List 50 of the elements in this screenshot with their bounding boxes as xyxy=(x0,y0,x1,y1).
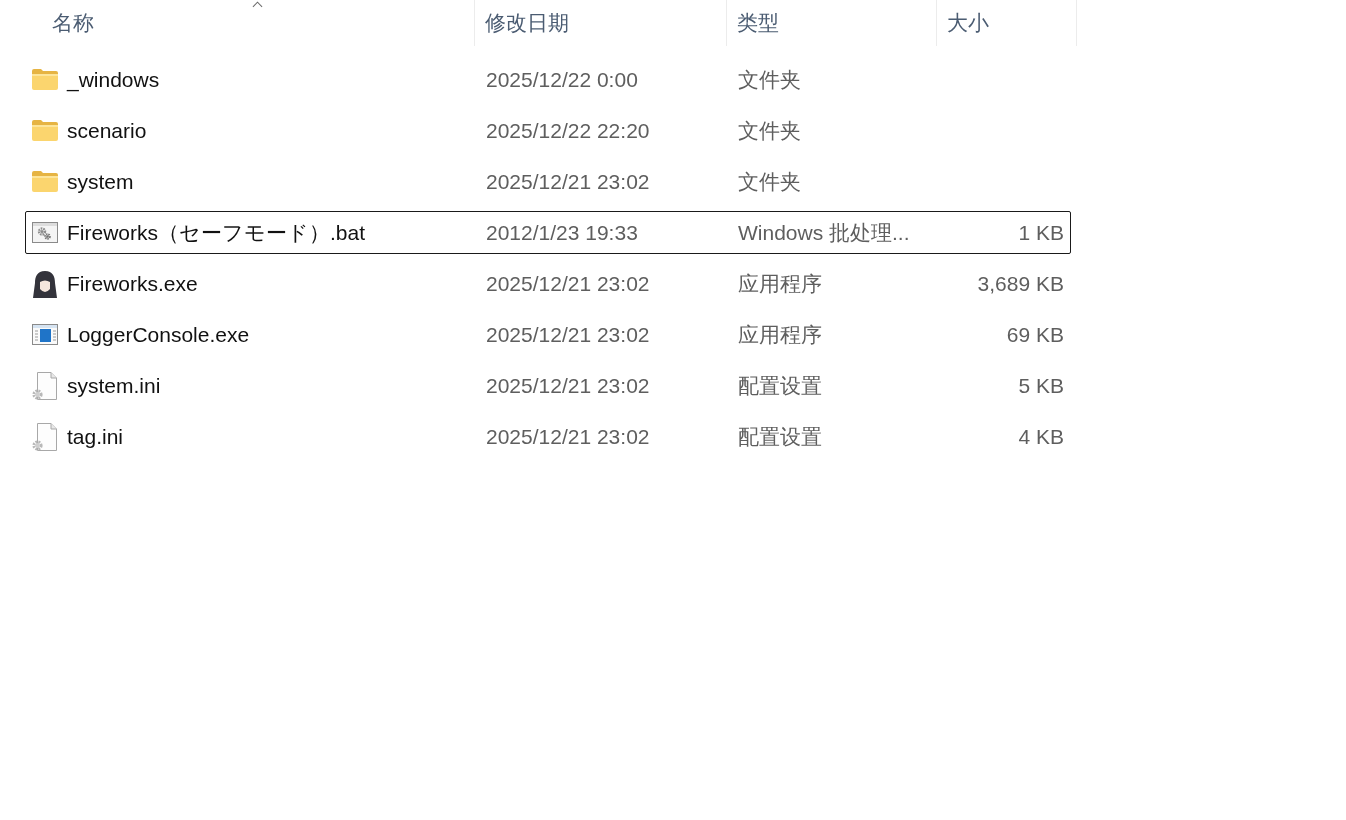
file-type: 文件夹 xyxy=(738,117,801,144)
file-size: 3,689 KB xyxy=(977,271,1064,296)
file-row[interactable]: Fireworks.exe 2025/12/21 23:02 应用程序 3,689 KB xyxy=(25,262,1071,305)
file-type: 应用程序 xyxy=(738,270,822,297)
file-type: Windows 批处理... xyxy=(738,219,910,246)
file-name: system xyxy=(67,169,134,194)
file-row[interactable]: system 2025/12/21 23:02 文件夹 xyxy=(25,160,1071,203)
file-name: _windows xyxy=(67,67,160,92)
file-name: Fireworks（セーフモード）.bat xyxy=(67,219,366,246)
file-row[interactable]: system.ini 2025/12/21 23:02 配置设置 5 KB xyxy=(25,364,1071,407)
folder-icon xyxy=(32,69,58,90)
file-size: 4 KB xyxy=(1018,424,1064,449)
modified-date: 2025/12/21 23:02 xyxy=(486,271,650,296)
file-type: 配置设置 xyxy=(738,423,822,450)
file-type: 文件夹 xyxy=(738,168,801,195)
modified-date: 2025/12/21 23:02 xyxy=(486,424,650,449)
file-size: 1 KB xyxy=(1018,220,1064,245)
window-icon xyxy=(32,324,58,345)
modified-date: 2025/12/22 0:00 xyxy=(486,67,638,92)
file-type: 文件夹 xyxy=(738,66,801,93)
file-type: 应用程序 xyxy=(738,321,822,348)
file-row[interactable]: Fireworks（セーフモード）.bat 2012/1/23 19:33 Windows 批处理... 1 KB xyxy=(25,211,1071,254)
modified-date: 2025/12/22 22:20 xyxy=(486,118,650,143)
modified-date: 2025/12/21 23:02 xyxy=(486,169,650,194)
sort-caret-icon xyxy=(252,1,263,8)
file-row[interactable]: scenario 2025/12/22 22:20 文件夹 xyxy=(25,109,1071,152)
folder-icon xyxy=(32,120,58,141)
file-row[interactable]: LoggerConsole.exe 2025/12/21 23:02 应用程序 69 KB xyxy=(25,313,1071,356)
modified-date: 2025/12/21 23:02 xyxy=(486,322,650,347)
settings-file-icon xyxy=(32,371,58,400)
file-size: 5 KB xyxy=(1018,373,1064,398)
file-row[interactable]: _windows 2025/12/22 0:00 文件夹 xyxy=(25,58,1071,101)
file-name: Fireworks.exe xyxy=(67,271,198,296)
file-name: system.ini xyxy=(67,373,161,398)
file-name: scenario xyxy=(67,118,147,143)
modified-date: 2025/12/21 23:02 xyxy=(486,373,650,398)
file-name: tag.ini xyxy=(67,424,124,449)
character-silhouette-icon xyxy=(32,269,58,298)
column-header[interactable]: 修改日期 xyxy=(475,0,727,46)
column-header[interactable]: 类型 xyxy=(727,0,937,46)
file-row[interactable]: tag.ini 2025/12/21 23:02 配置设置 4 KB xyxy=(25,415,1071,458)
file-size: 69 KB xyxy=(1006,322,1064,347)
settings-file-icon xyxy=(32,422,58,451)
file-type: 配置设置 xyxy=(738,372,822,399)
file-name: LoggerConsole.exe xyxy=(67,322,250,347)
column-header[interactable]: 大小 xyxy=(937,0,1077,46)
column-header[interactable]: 名称 xyxy=(0,0,475,46)
gears-window-icon xyxy=(32,222,58,243)
modified-date: 2012/1/23 19:33 xyxy=(486,220,638,245)
folder-icon xyxy=(32,171,58,192)
